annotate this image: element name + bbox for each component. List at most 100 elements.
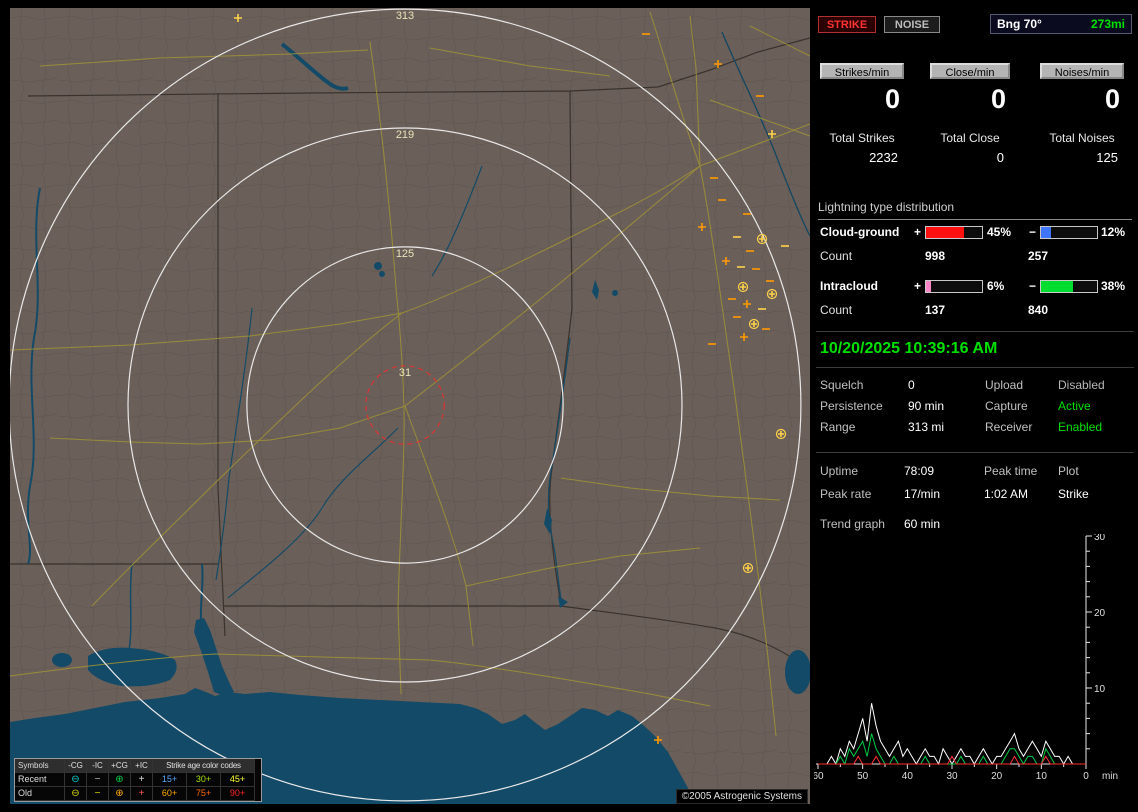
peak-rate-value: 17/min [904, 487, 941, 501]
trend-x-tick-label: 20 [991, 771, 1003, 782]
map-canvas[interactable]: 31 125 219 313 [10, 8, 810, 804]
copyright-label: ©2005 Astrogenic Systems [675, 789, 808, 804]
distribution-row-cloud-ground: Cloud-ground + 45% − 12% [812, 225, 1138, 240]
trend-y-tick-label: 30 [1094, 534, 1106, 543]
legend-symbols-header: Symbols [15, 759, 65, 773]
trend-series-strikes [818, 703, 1086, 766]
receiver-status: Enabled [1058, 420, 1103, 434]
legend-age-code: 30+ [187, 773, 221, 787]
legend-type-header: +IC [131, 759, 153, 773]
app-window: { "app": { "copyright": "©2005 Astrogeni… [0, 0, 1138, 812]
minus-sign: − [1029, 225, 1037, 239]
cg-plus-bar [925, 226, 983, 239]
trend-x-tick-label: 10 [1036, 771, 1048, 782]
legend-symbol-glyph: ⊖ [65, 787, 87, 801]
plus-sign: + [914, 225, 922, 239]
distribution-row-intracloud: Intracloud + 6% − 38% [812, 279, 1138, 294]
ring-label-219: 219 [396, 129, 414, 141]
bearing-label: Bng 70° [997, 17, 1042, 31]
trend-x-tick-label: 40 [902, 771, 914, 782]
trend-x-tick-label: 50 [857, 771, 869, 782]
squelch-value: 0 [908, 378, 915, 392]
status-row: Squelch 0 Upload Disabled [812, 378, 1138, 393]
ic-plus-count: 137 [925, 303, 946, 317]
plot-label: Plot [1058, 464, 1079, 478]
map-panel[interactable]: 31 125 219 313 Symbols -CG -IC +CG +IC Strike ag… [10, 8, 810, 804]
ic-count-row: Count 137 840 [812, 303, 1138, 318]
map-legend: Symbols -CG -IC +CG +IC Strike age color code… [14, 758, 262, 802]
peak-time-value: 1:02 AM [984, 487, 1029, 501]
total-strikes-value: 2232 [869, 150, 898, 165]
close-per-min-button[interactable]: Close/min [930, 63, 1010, 79]
trend-x-tick-label: 60 [814, 771, 824, 782]
strikes-per-min-button[interactable]: Strikes/min [820, 63, 904, 79]
noises-per-min-value: 0 [1104, 84, 1120, 114]
ring-label-31: 31 [399, 367, 411, 379]
uptime-label: Uptime [820, 464, 859, 478]
trend-graph: 10 20 30 0 10 20 30 40 50 60 min [814, 534, 1118, 782]
total-noises-value: 125 [1096, 150, 1118, 165]
strike-mode-button[interactable]: STRIKE [818, 16, 876, 33]
legend-symbol-glyph: − [87, 773, 109, 787]
trend-header: Trend graph 60 min [812, 517, 1138, 532]
strikes-per-min-value: 0 [884, 84, 900, 114]
count-label: Count [820, 249, 853, 263]
legend-row-label: Recent [15, 773, 65, 787]
persistence-value: 90 min [908, 399, 945, 413]
legend-age-code: 60+ [153, 787, 187, 801]
count-label: Count [820, 303, 853, 317]
legend-age-code: 45+ [221, 773, 255, 787]
total-close-label: Total Close [940, 131, 1000, 145]
receiver-label: Receiver [985, 420, 1033, 434]
legend-symbol-glyph: − [87, 787, 109, 801]
ring-label-313: 313 [396, 10, 414, 22]
separator [816, 331, 1134, 332]
upload-status: Disabled [1058, 378, 1105, 392]
legend-symbol-glyph: + [131, 787, 153, 801]
separator [816, 367, 1134, 368]
trend-series-close [818, 733, 1086, 766]
ic-minus-count: 840 [1028, 303, 1049, 317]
trend-window-value: 60 min [904, 517, 941, 531]
trend-x-tick-label: 30 [946, 771, 958, 782]
bearing-range-value: 273mi [1090, 17, 1125, 31]
trend-graph-label: Trend graph [820, 517, 885, 531]
plot-value: Strike [1058, 487, 1089, 501]
legend-type-header: -CG [65, 759, 87, 773]
cg-minus-bar [1040, 226, 1098, 239]
range-label: Range [820, 420, 856, 434]
legend-type-header: +CG [109, 759, 131, 773]
stats-row: Peak rate 17/min 1:02 AM Strike [812, 487, 1138, 502]
legend-type-header: -IC [87, 759, 109, 773]
total-noises-label: Total Noises [1049, 131, 1115, 145]
legend-row-label: Old [15, 787, 65, 801]
distribution-title: Lightning type distribution [818, 200, 1132, 220]
cg-minus-percent: 12% [1101, 225, 1126, 239]
trend-x-unit-label: min [1102, 771, 1118, 782]
noise-mode-button[interactable]: NOISE [884, 16, 940, 33]
trend-x-tick-label: 0 [1083, 771, 1089, 782]
ic-name: Intracloud [820, 279, 879, 293]
trend-y-tick-label: 10 [1094, 684, 1106, 695]
peak-rate-label: Peak rate [820, 487, 872, 501]
ic-plus-bar [925, 280, 983, 293]
ic-minus-bar [1040, 280, 1098, 293]
total-close-value: 0 [996, 150, 1004, 165]
squelch-label: Squelch [820, 378, 864, 392]
noises-per-min-button[interactable]: Noises/min [1040, 63, 1124, 79]
legend-age-code: 75+ [187, 787, 221, 801]
plus-sign: + [914, 279, 922, 293]
status-row: Range 313 mi Receiver Enabled [812, 420, 1138, 435]
uptime-value: 78:09 [904, 464, 935, 478]
peak-time-label: Peak time [984, 464, 1038, 478]
total-strikes-label: Total Strikes [829, 131, 895, 145]
status-row: Persistence 90 min Capture Active [812, 399, 1138, 414]
legend-symbol-glyph: ⊕ [109, 773, 131, 787]
separator [816, 452, 1134, 453]
capture-status: Active [1058, 399, 1091, 413]
ic-minus-percent: 38% [1101, 279, 1126, 293]
cg-plus-percent: 45% [987, 225, 1012, 239]
trend-y-tick-label: 20 [1094, 608, 1106, 619]
persistence-label: Persistence [820, 399, 883, 413]
ic-plus-percent: 6% [987, 279, 1005, 293]
